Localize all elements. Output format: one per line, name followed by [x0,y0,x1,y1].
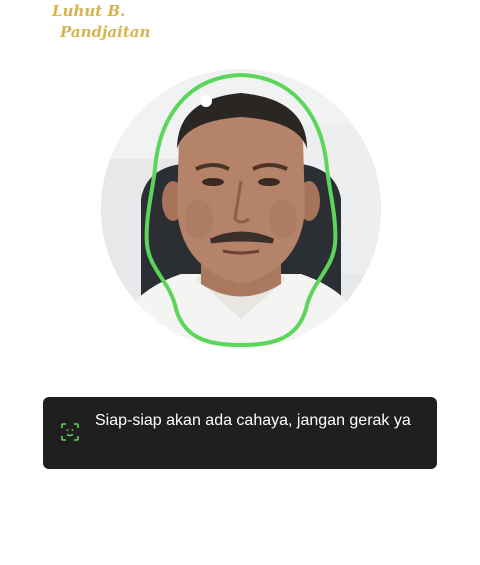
toast-message: Siap-siap akan ada cahaya, jangan gerak … [95,412,411,429]
face-verification-screen: Luhut B. Pandjaitan Siap-siap akan ada c… [0,0,480,565]
camera-preview [101,69,381,349]
face-scan-icon [61,423,79,441]
svg-text:Pandjaitan: Pandjaitan [59,23,150,41]
svg-text:Luhut B.: Luhut B. [51,2,125,20]
instruction-toast: Siap-siap akan ada cahaya, jangan gerak … [43,397,437,469]
signature-watermark: Luhut B. Pandjaitan [50,0,170,44]
